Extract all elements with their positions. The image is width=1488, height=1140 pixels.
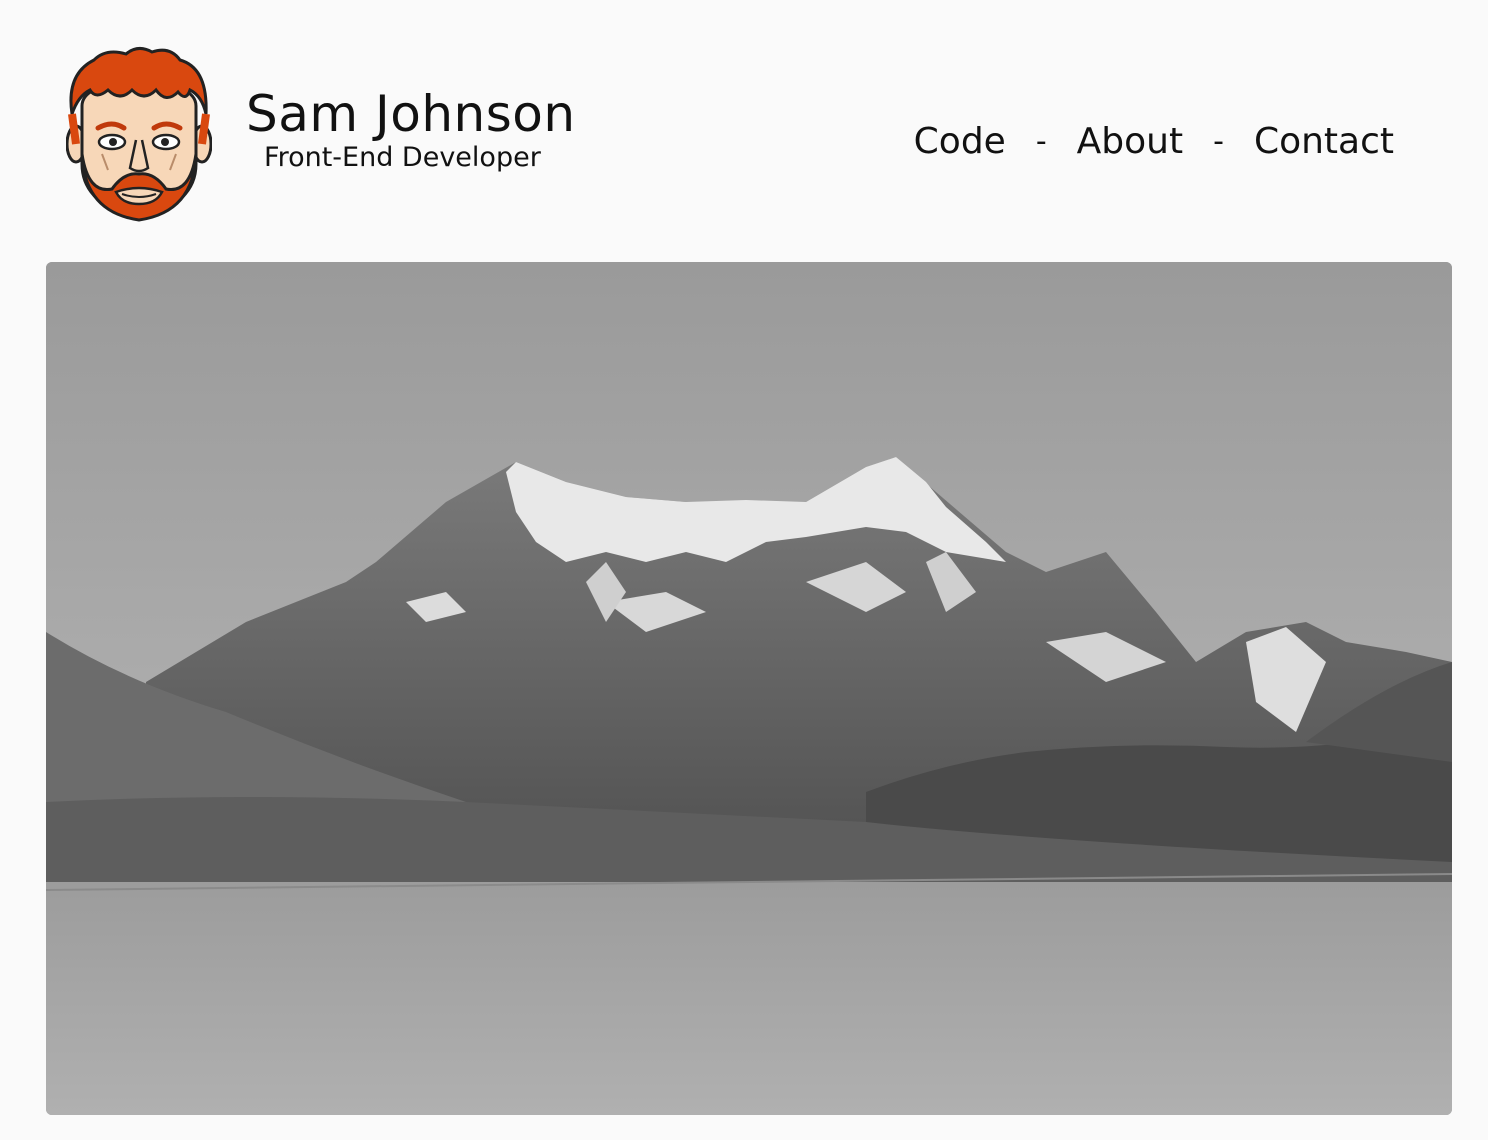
hero-image xyxy=(46,262,1452,1115)
site-header: Sam Johnson Front-End Developer Code - A… xyxy=(0,0,1488,240)
avatar xyxy=(65,44,213,224)
mountain-landscape-image xyxy=(46,262,1452,1115)
nav-link-about[interactable]: About xyxy=(1077,118,1183,166)
page: Sam Johnson Front-End Developer Code - A… xyxy=(0,0,1488,1140)
cartoon-face-icon xyxy=(65,47,213,222)
nav-link-contact[interactable]: Contact xyxy=(1254,118,1394,166)
main-nav: Code - About - Contact xyxy=(914,118,1394,166)
nav-separator: - xyxy=(1035,124,1047,159)
nav-link-code[interactable]: Code xyxy=(914,118,1006,166)
site-title: Sam Johnson xyxy=(246,85,576,143)
site-subtitle: Front-End Developer xyxy=(264,142,541,173)
nav-separator: - xyxy=(1213,124,1224,159)
brand: Sam Johnson Front-End Developer xyxy=(246,86,576,174)
